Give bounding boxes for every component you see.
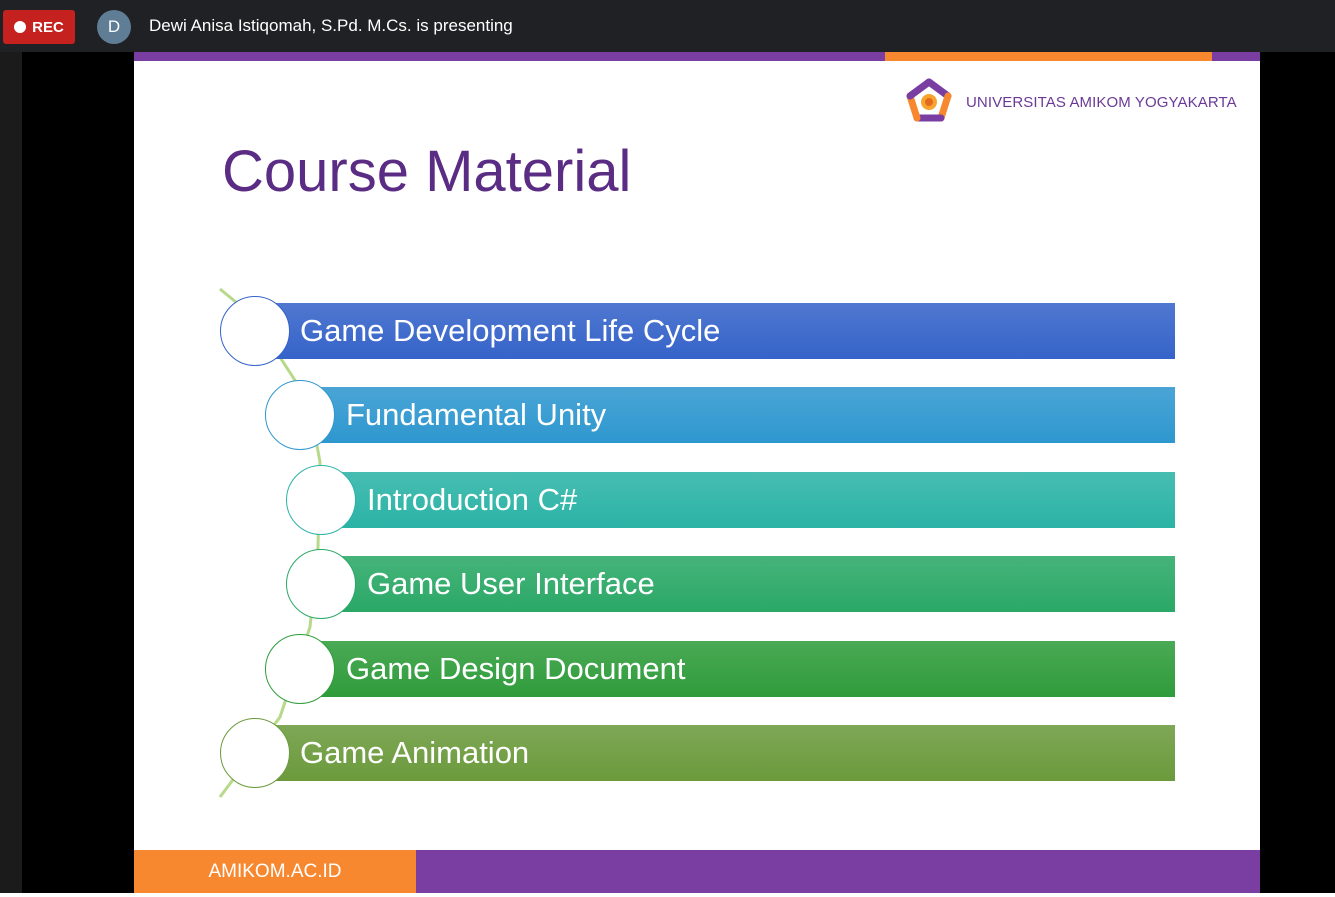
university-name: UNIVERSITAS AMIKOM YOGYAKARTA: [966, 94, 1237, 111]
course-item-bullet: [286, 549, 356, 619]
amikom-logo-icon: [906, 78, 952, 122]
presenter-status: Dewi Anisa Istiqomah, S.Pd. M.Cs. is pre…: [149, 16, 513, 35]
bottom-edge: [0, 893, 1335, 897]
footer-website: AMIKOM.AC.ID: [134, 850, 416, 893]
course-item-bullet: [286, 465, 356, 535]
presentation-slide: UNIVERSITAS AMIKOM YOGYAKARTA Course Mat…: [134, 52, 1260, 893]
course-item-bullet: [220, 296, 290, 366]
course-item-label: Game Design Document: [346, 651, 686, 686]
top-strip-orange: [885, 52, 1212, 61]
course-item-bar: Fundamental Unity: [302, 387, 1175, 443]
course-item-bar: Introduction C#: [322, 472, 1175, 528]
right-margin: [1260, 52, 1335, 897]
course-item-label: Game Development Life Cycle: [300, 313, 721, 348]
course-item-label: Game Animation: [300, 735, 530, 770]
recording-badge[interactable]: REC: [3, 10, 75, 44]
presenter-avatar[interactable]: D: [97, 10, 131, 44]
course-item-bar: Game User Interface: [322, 556, 1175, 612]
rec-label: REC: [32, 18, 64, 36]
course-item-bullet: [265, 380, 335, 450]
course-item-bar: Game Animation: [256, 725, 1175, 781]
top-strip-purple-end: [1212, 52, 1260, 61]
course-item-bullet: [220, 718, 290, 788]
meeting-top-bar: REC D Dewi Anisa Istiqomah, S.Pd. M.Cs. …: [0, 0, 1335, 52]
footer-text: AMIKOM.AC.ID: [208, 860, 342, 882]
left-margin: [0, 52, 22, 897]
course-item-label: Game User Interface: [367, 566, 655, 601]
course-item-bar: Game Development Life Cycle: [256, 303, 1175, 359]
course-item-label: Introduction C#: [367, 482, 578, 517]
top-strip-purple: [134, 52, 885, 61]
slide-title: Course Material: [222, 139, 632, 204]
course-item-bullet: [265, 634, 335, 704]
course-item-bar: Game Design Document: [302, 641, 1175, 697]
course-item-label: Fundamental Unity: [346, 397, 607, 432]
footer-band: [416, 850, 1260, 893]
record-dot-icon: [14, 21, 27, 33]
